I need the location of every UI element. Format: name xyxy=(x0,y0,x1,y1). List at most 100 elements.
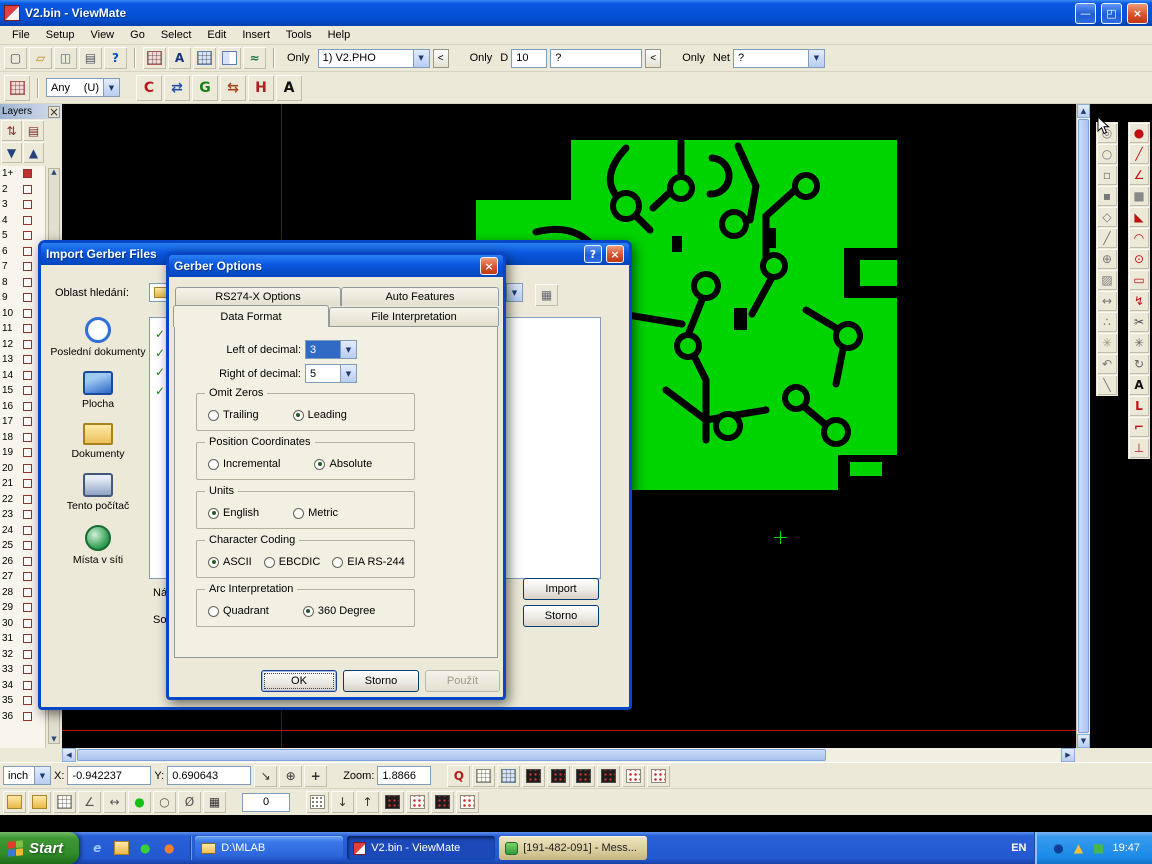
views-button[interactable]: ▦ xyxy=(535,284,558,306)
dcode-filter-combo[interactable]: Any (U) xyxy=(46,78,120,97)
select-circle[interactable]: ○ xyxy=(153,791,176,813)
letter-h[interactable]: H xyxy=(248,75,274,101)
scroll-down-icon[interactable]: ▼ xyxy=(51,736,56,743)
diamond-tool[interactable]: ◇ xyxy=(1097,207,1117,227)
browser-icon[interactable]: ● xyxy=(159,837,179,859)
circle-view[interactable]: ○ xyxy=(1097,144,1117,164)
task-button[interactable]: D:\MLAB xyxy=(195,836,343,860)
chevron-down-icon[interactable] xyxy=(506,284,522,301)
layer-visibility-checkbox[interactable] xyxy=(23,479,32,488)
radio-trailing[interactable]: Trailing xyxy=(208,409,259,421)
layer-visibility-checkbox[interactable] xyxy=(23,588,32,597)
angle-measure[interactable]: ∠ xyxy=(78,791,101,813)
angle-tool[interactable]: ∠ xyxy=(1129,165,1149,185)
place-item[interactable]: Dokumenty xyxy=(49,423,147,460)
vertical-scrollbar[interactable]: ▲ ▼ xyxy=(1076,104,1090,748)
tab-auto-features[interactable]: Auto Features xyxy=(341,287,499,306)
measure-tool[interactable]: ⊥ xyxy=(1129,438,1149,458)
layer-visibility-checkbox[interactable] xyxy=(23,681,32,690)
film-black-2[interactable] xyxy=(547,765,570,787)
mirror-arrows[interactable]: ⇆ xyxy=(220,75,246,101)
scroll-up-icon[interactable]: ▲ xyxy=(51,169,56,176)
dcode-grid-button[interactable] xyxy=(4,75,30,101)
language-indicator[interactable]: EN xyxy=(1003,842,1034,854)
tab-rs274x-options[interactable]: RS274-X Options xyxy=(175,287,341,306)
radio-eia-rs-244[interactable]: EIA RS-244 xyxy=(332,556,404,568)
place-item[interactable]: Plocha xyxy=(49,371,147,410)
print[interactable]: ▤ xyxy=(79,47,102,69)
hatch-tool[interactable]: ▨ xyxy=(1097,270,1117,290)
ruler-horizontal[interactable] xyxy=(3,791,26,813)
aperture-table[interactable] xyxy=(143,47,166,69)
only-net-toggle[interactable]: Only xyxy=(677,50,710,66)
point-tool[interactable]: ● xyxy=(1129,123,1149,143)
chevron-down-icon[interactable] xyxy=(413,50,429,67)
layer-row[interactable]: 4 xyxy=(0,213,45,229)
layer-visibility-checkbox[interactable] xyxy=(23,262,32,271)
gerber-dialog-titlebar[interactable]: Gerber Options × xyxy=(169,255,503,277)
layer-visibility-checkbox[interactable] xyxy=(23,696,32,705)
layer-row[interactable]: 1+ xyxy=(0,166,45,182)
origin-target[interactable]: ⊕ xyxy=(279,765,302,787)
close-button[interactable]: × xyxy=(1127,3,1148,24)
status-led[interactable]: ● xyxy=(128,791,151,813)
film-black-3[interactable] xyxy=(572,765,595,787)
layer-visibility-checkbox[interactable] xyxy=(23,340,32,349)
layer-table[interactable] xyxy=(193,47,216,69)
grid-table[interactable]: ▦ xyxy=(203,791,226,813)
menu-item[interactable]: Tools xyxy=(278,28,320,42)
star-tool[interactable]: ✳ xyxy=(1129,333,1149,353)
measure-diagonal[interactable]: ↘ xyxy=(254,765,277,787)
alert-icon[interactable]: ▲ xyxy=(1069,837,1087,859)
center-point[interactable]: + xyxy=(304,765,327,787)
radio-quadrant[interactable]: Quadrant xyxy=(208,605,269,617)
scroll-down-button[interactable]: ▼ xyxy=(1077,734,1090,748)
layer-visibility-checkbox[interactable] xyxy=(23,603,32,612)
origin-tool[interactable]: ⊕ xyxy=(1097,249,1117,269)
layer-visibility-checkbox[interactable] xyxy=(23,185,32,194)
layer-row[interactable]: 5 xyxy=(0,228,45,244)
import-button[interactable]: Import xyxy=(523,578,599,600)
scroll-left-button[interactable]: ◀ xyxy=(62,748,76,762)
pattern-red-1[interactable] xyxy=(406,791,429,813)
zoom-extents[interactable] xyxy=(497,765,520,787)
step-up[interactable]: ↑ xyxy=(356,791,379,813)
text-tool[interactable]: A xyxy=(1129,375,1149,395)
cancel-button[interactable]: Storno xyxy=(523,605,599,627)
minimize-button[interactable]: — xyxy=(1075,3,1096,24)
menu-item[interactable]: Help xyxy=(320,28,359,42)
zoom-select[interactable]: Q xyxy=(447,765,470,787)
save-file[interactable]: ◫ xyxy=(54,47,77,69)
chevron-down-icon[interactable] xyxy=(340,341,356,358)
radio-ascii[interactable]: ASCII xyxy=(208,556,252,568)
dcode-list[interactable]: A xyxy=(168,47,191,69)
prev-layer-button[interactable]: < xyxy=(433,49,449,68)
film-black-4[interactable] xyxy=(597,765,620,787)
right-decimal-combo[interactable]: 5 xyxy=(305,364,357,383)
menu-item[interactable]: Insert xyxy=(234,28,278,42)
radio-absolute[interactable]: Absolute xyxy=(314,458,372,470)
points-tool[interactable]: ∴ xyxy=(1097,312,1117,332)
corner-tool[interactable]: ⌐ xyxy=(1129,417,1149,437)
chevron-down-icon[interactable] xyxy=(808,50,824,67)
help-button[interactable]: ? xyxy=(584,245,602,263)
cancel-button[interactable]: Storno xyxy=(343,670,419,692)
x-coordinate-field[interactable]: -0.942237 xyxy=(67,766,151,785)
layer-visibility-checkbox[interactable] xyxy=(23,495,32,504)
polyline-tool[interactable]: ↯ xyxy=(1129,291,1149,311)
layer-visibility-checkbox[interactable] xyxy=(23,433,32,442)
cut-tool[interactable]: ✂ xyxy=(1129,312,1149,332)
only-layer-toggle[interactable]: Only xyxy=(282,50,315,66)
filled-square-tool[interactable]: ■ xyxy=(1129,186,1149,206)
radio-ebcdic[interactable]: EBCDIC xyxy=(264,556,321,568)
horizontal-scroll-thumb[interactable] xyxy=(77,749,826,761)
net-select-combo[interactable]: ? xyxy=(733,49,825,68)
ie-icon[interactable]: e xyxy=(87,837,107,859)
open-file[interactable]: ▱ xyxy=(29,47,52,69)
tab-data-format[interactable]: Data Format xyxy=(173,305,329,327)
layer-visibility-checkbox[interactable] xyxy=(23,557,32,566)
context-help[interactable]: ? xyxy=(104,47,127,69)
restore-button[interactable]: ◰ xyxy=(1101,3,1122,24)
task-button[interactable]: V2.bin - ViewMate xyxy=(347,836,495,860)
layer-visibility-checkbox[interactable] xyxy=(23,665,32,674)
